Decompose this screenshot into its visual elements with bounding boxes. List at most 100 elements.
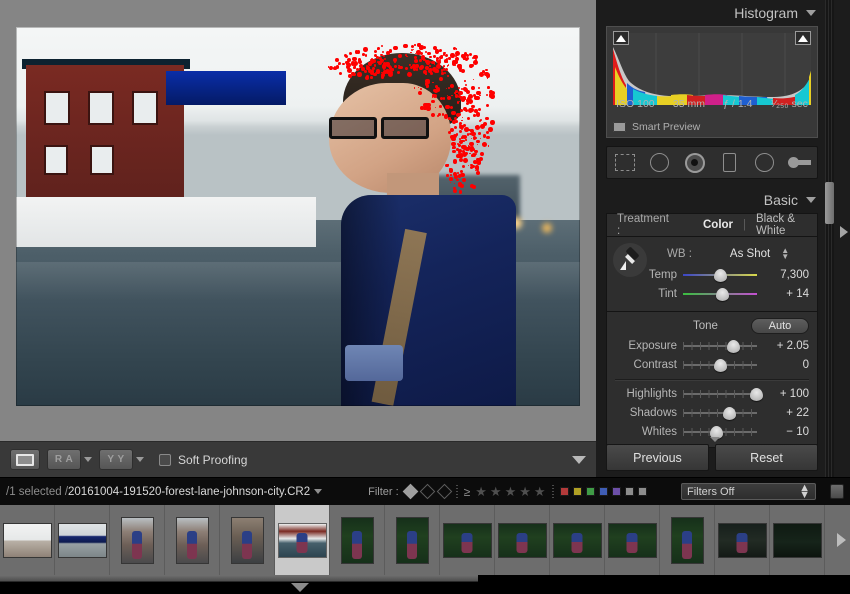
right-panel-scroll-thumb[interactable] (825, 182, 834, 224)
soft-proofing-checkbox[interactable] (159, 454, 171, 466)
filmstrip-toggle-icon[interactable] (830, 484, 844, 499)
filmstrip[interactable] (0, 505, 850, 575)
star-icon[interactable]: ★ (505, 484, 517, 500)
reset-button[interactable]: Reset (715, 444, 818, 471)
color-label-swatch[interactable] (612, 487, 621, 496)
tint-slider-row[interactable]: Tint + 14 (615, 284, 809, 303)
filmstrip-thumbnail[interactable] (110, 505, 165, 575)
main-image-preview[interactable] (16, 27, 580, 406)
filmstrip-thumbnail[interactable] (550, 505, 605, 575)
treatment-color-option[interactable]: Color (703, 219, 733, 231)
filters-preset-select[interactable]: Filters Off ▲▼ (681, 483, 816, 500)
soft-proofing-control[interactable]: Soft Proofing (159, 453, 247, 467)
up-down-arrows-icon[interactable]: ▲▼ (781, 248, 789, 260)
highlights-slider-knob[interactable] (750, 388, 763, 401)
filmstrip-thumbnail[interactable] (55, 505, 110, 575)
filmstrip-thumbnail[interactable] (0, 505, 55, 575)
smart-preview-status[interactable]: Smart Preview (613, 121, 700, 133)
filmstrip-scroll-area[interactable] (0, 575, 850, 594)
temp-slider-track[interactable] (683, 270, 757, 280)
chevron-right-icon[interactable] (840, 226, 848, 238)
red-eye-tool[interactable] (681, 151, 709, 175)
basic-panel-header[interactable]: Basic (598, 187, 826, 213)
exposure-slider-row[interactable]: Exposure + 2.05 (615, 336, 809, 355)
star-icon[interactable]: ★ (490, 484, 502, 500)
highlights-slider-row[interactable]: Highlights + 100 (615, 384, 809, 403)
shadows-slider-track[interactable] (683, 408, 757, 418)
whites-slider-track[interactable] (683, 427, 757, 437)
rating-operator[interactable]: ≥ (464, 485, 471, 499)
graduated-filter-tool[interactable] (716, 151, 744, 175)
exposure-slider-knob[interactable] (727, 340, 740, 353)
filmstrip-thumbnail[interactable] (605, 505, 660, 575)
filmstrip-thumbnail[interactable] (715, 505, 770, 575)
histogram-panel-header[interactable]: Histogram (598, 0, 826, 26)
shadow-clipping-indicator[interactable] (613, 31, 629, 45)
flag-rejected-icon[interactable] (436, 484, 452, 500)
star-icon[interactable]: ★ (475, 484, 487, 500)
shadows-slider-knob[interactable] (723, 407, 736, 420)
clipping-speckle (471, 64, 474, 67)
contrast-slider-knob[interactable] (714, 359, 727, 372)
radial-filter-tool[interactable] (751, 151, 779, 175)
tone-block: Tone Auto Exposure + 2.05 Contrast (606, 312, 818, 448)
contrast-slider-row[interactable]: Contrast 0 (615, 355, 809, 374)
before-after-control[interactable]: R A (47, 449, 92, 470)
color-label-swatch[interactable] (573, 487, 582, 496)
crop-overlay-tool[interactable] (611, 151, 639, 175)
rating-filter[interactable]: ≥ ★ ★ ★ ★ ★ (464, 484, 546, 500)
filmstrip-scrollbar[interactable] (0, 575, 478, 582)
filmstrip-thumbnail[interactable] (165, 505, 220, 575)
filmstrip-thumbnail[interactable] (220, 505, 275, 575)
highlights-slider-track[interactable] (683, 389, 757, 399)
adjustment-brush-tool[interactable] (786, 151, 814, 175)
filmstrip-thumbnail[interactable] (660, 505, 715, 575)
up-down-arrows-icon[interactable]: ▲▼ (799, 485, 810, 499)
color-label-filter[interactable] (560, 487, 647, 496)
tint-slider-knob[interactable] (716, 288, 729, 301)
filmstrip-thumbnail[interactable] (495, 505, 550, 575)
color-label-swatch[interactable] (638, 487, 647, 496)
toolbar-collapse-icon[interactable] (572, 456, 586, 464)
highlight-clipping-indicator[interactable] (795, 31, 811, 45)
chevron-down-icon[interactable] (806, 197, 816, 203)
auto-tone-button[interactable]: Auto (751, 318, 809, 334)
chevron-down-icon[interactable] (136, 457, 144, 462)
color-label-swatch[interactable] (560, 487, 569, 496)
star-icon[interactable]: ★ (534, 484, 546, 500)
chevron-right-icon[interactable] (837, 533, 846, 547)
histogram-panel[interactable]: ISO 100 35 mm ƒ / 1.4 ¹⁄₂₅₀ sec Smart Pr… (606, 26, 818, 138)
wb-value[interactable]: As Shot (730, 248, 770, 260)
filmstrip-thumbnail[interactable] (440, 505, 495, 575)
filmstrip-thumbnail[interactable] (275, 505, 330, 575)
treatment-bw-option[interactable]: Black & White (756, 213, 807, 237)
yy-view-button[interactable]: Y Y (99, 449, 133, 470)
filmstrip-thumbnail[interactable] (385, 505, 440, 575)
chevron-down-icon[interactable] (84, 457, 92, 462)
temp-slider-knob[interactable] (714, 269, 727, 282)
yy-view-control[interactable]: Y Y (99, 449, 144, 470)
chevron-down-icon[interactable] (314, 489, 322, 494)
filmstrip-thumbnail[interactable] (330, 505, 385, 575)
previous-button[interactable]: Previous (606, 444, 709, 471)
filmstrip-thumbnail[interactable] (770, 505, 825, 575)
spot-removal-tool[interactable] (646, 151, 674, 175)
contrast-slider-track[interactable] (683, 360, 757, 370)
panel-collapse-icon[interactable] (710, 437, 720, 442)
color-label-swatch[interactable] (599, 487, 608, 496)
chevron-down-icon[interactable] (291, 583, 309, 592)
tint-slider-track[interactable] (683, 289, 757, 299)
filmstrip-filename[interactable]: /1 selected /20161004-191520-forest-lane… (6, 486, 322, 498)
before-after-button[interactable]: R A (47, 449, 81, 470)
chevron-down-icon[interactable] (806, 10, 816, 16)
color-label-swatch[interactable] (625, 487, 634, 496)
color-label-swatch[interactable] (586, 487, 595, 496)
shadows-slider-row[interactable]: Shadows + 22 (615, 403, 809, 422)
loupe-view-button[interactable] (10, 449, 40, 470)
flag-unflagged-icon[interactable] (419, 484, 435, 500)
flag-picked-icon[interactable] (402, 484, 418, 500)
exposure-slider-track[interactable] (683, 341, 757, 351)
right-panel-scrollbar[interactable] (825, 0, 834, 477)
star-icon[interactable]: ★ (519, 484, 531, 500)
white-balance-selector-button[interactable] (613, 243, 647, 277)
